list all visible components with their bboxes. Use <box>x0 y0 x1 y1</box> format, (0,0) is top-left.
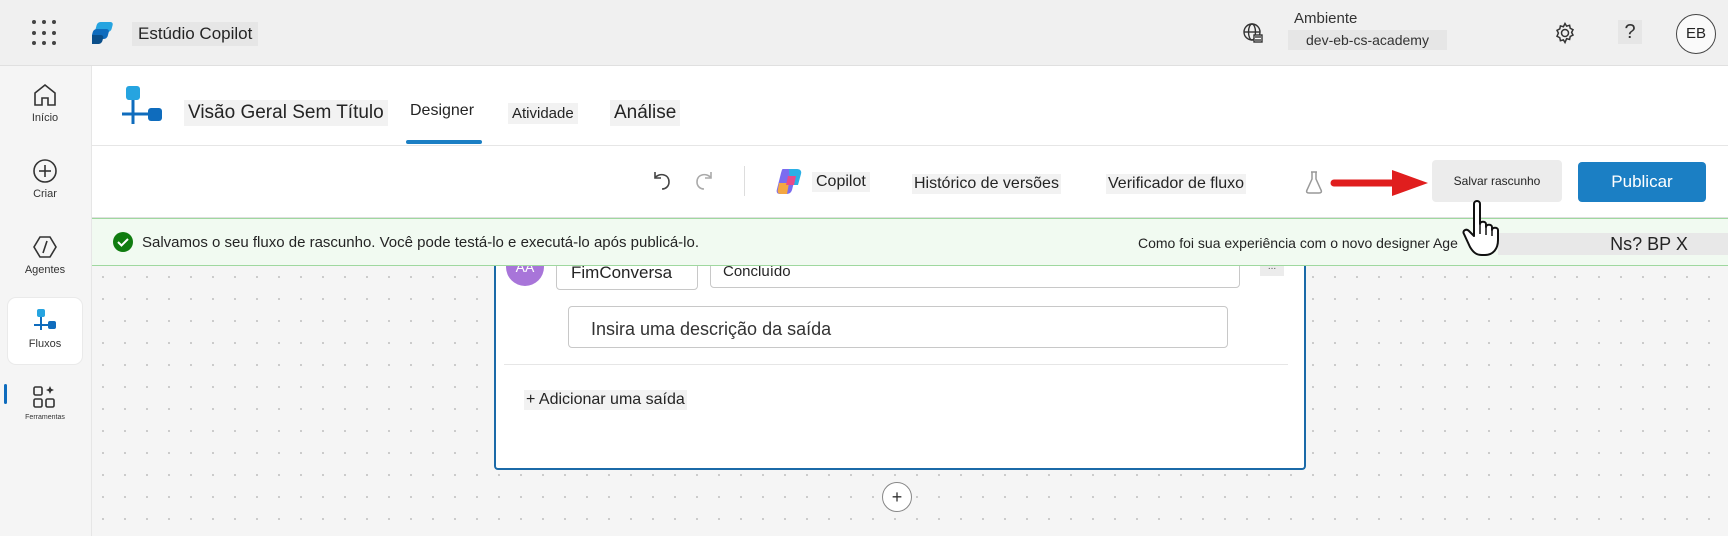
card-divider <box>504 364 1288 365</box>
annotation-arrow-icon <box>1330 170 1428 196</box>
success-message: Salvamos o seu fluxo de rascunho. Você p… <box>142 234 700 251</box>
feedback-prompt: Como foi sua experiência com o novo desi… <box>1138 235 1458 251</box>
designer-toolbar: Copilot Histórico de versões Verificador… <box>92 146 1728 256</box>
rail-label: Ferramentas <box>25 414 65 421</box>
active-tab-underline <box>406 140 482 144</box>
publish-button[interactable]: Publicar <box>1578 162 1706 202</box>
environment-value[interactable]: dev-eb-cs-academy <box>1288 30 1447 50</box>
add-circle-icon <box>33 159 57 183</box>
rail-item-home[interactable]: Início <box>8 72 82 138</box>
flow-checker-button[interactable]: Verificador de fluxo <box>1106 174 1247 194</box>
output-description-input[interactable]: Insira uma descrição da saída <box>568 306 1228 348</box>
tab-activity[interactable]: Atividade <box>508 103 578 124</box>
rail-label: Criar <box>33 188 57 200</box>
rail-label: Fluxos <box>28 338 62 350</box>
user-avatar[interactable]: EB <box>1676 14 1716 54</box>
save-draft-button[interactable]: Salvar rascunho <box>1432 160 1562 202</box>
add-node-button[interactable]: + <box>882 482 912 512</box>
app-launcher-icon[interactable] <box>32 20 58 46</box>
success-check-icon <box>113 232 133 252</box>
add-output-button[interactable]: + Adicionar uma saída <box>524 390 687 410</box>
tools-icon <box>33 386 55 408</box>
version-history-button[interactable]: Histórico de versões <box>912 174 1061 194</box>
rail-item-create[interactable]: Criar <box>8 148 82 214</box>
flow-logo-icon <box>122 86 162 124</box>
pointer-hand-cursor-icon <box>1462 200 1499 256</box>
output-value-field[interactable]: Concluído <box>710 266 1240 288</box>
flow-title[interactable]: Visão Geral Sem Título <box>184 100 388 126</box>
copilot-button[interactable]: Copilot <box>812 172 870 192</box>
rail-item-flows[interactable]: Fluxos <box>8 298 82 364</box>
tab-designer[interactable]: Designer <box>406 100 478 122</box>
feedback-controls[interactable]: Ns? BP X <box>1498 233 1728 255</box>
flows-icon <box>34 309 56 330</box>
rail-item-tools[interactable]: Ferramentas <box>8 374 82 440</box>
more-options-icon[interactable]: ... <box>1260 266 1284 276</box>
rail-label: Início <box>31 112 59 124</box>
home-icon <box>34 83 56 106</box>
flow-canvas[interactable]: AA FimConversa Concluído ... Insira uma … <box>92 266 1728 536</box>
flow-header: Visão Geral Sem Título Designer Atividad… <box>92 66 1728 146</box>
environment-globe-icon[interactable] <box>1242 22 1264 44</box>
rail-item-agents[interactable]: Agentes <box>8 224 82 290</box>
environment-label: Ambiente <box>1294 10 1358 27</box>
tab-analytics[interactable]: Análise <box>610 100 681 126</box>
output-type-avatar: AA <box>506 266 544 286</box>
output-node-card[interactable]: AA FimConversa Concluído ... Insira uma … <box>494 266 1306 470</box>
left-nav-rail: Início Criar Agentes Fluxos Ferramentas … <box>0 66 92 536</box>
undo-icon[interactable] <box>650 168 674 192</box>
app-name[interactable]: Estúdio Copilot <box>132 22 259 46</box>
toolbar-divider <box>744 166 745 196</box>
rail-label: Agentes <box>24 264 66 276</box>
help-icon[interactable]: ? <box>1618 20 1642 44</box>
output-name-field[interactable]: FimConversa <box>556 266 698 290</box>
test-flask-icon[interactable] <box>1304 170 1324 194</box>
settings-gear-icon[interactable] <box>1553 21 1577 45</box>
top-bar: Estúdio Copilot Ambiente dev-eb-cs-acade… <box>0 0 1728 66</box>
redo-icon[interactable] <box>692 168 716 192</box>
active-indicator <box>4 384 7 404</box>
copilot-studio-logo-icon <box>92 22 113 44</box>
agents-icon <box>33 236 57 258</box>
copilot-icon <box>776 169 802 194</box>
